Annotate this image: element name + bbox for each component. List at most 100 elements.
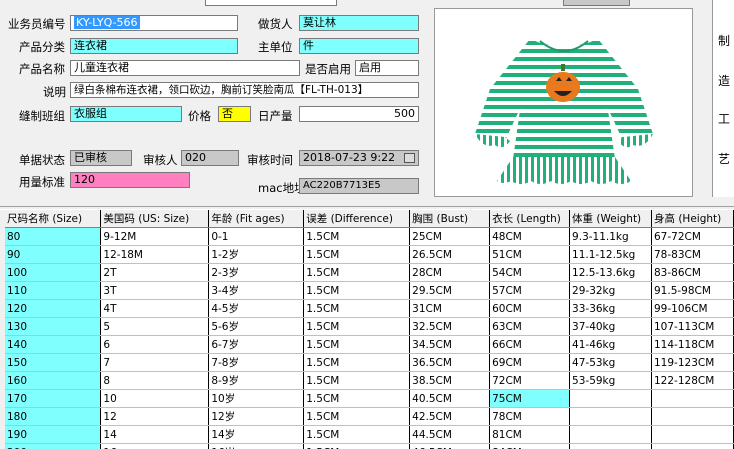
table-row[interactable]: 140 6 6-7岁 1.5CM 34.5CM 66CM 41-46kg 114-118CM bbox=[5, 335, 734, 354]
table-row[interactable]: 120 4T 4-5岁 1.5CM 31CM 60CM 33-36kg 99-106CM bbox=[5, 299, 734, 318]
mac-field[interactable]: AC220B7713E5 bbox=[299, 178, 419, 194]
table-cell[interactable]: 120 bbox=[5, 299, 102, 318]
table-cell[interactable]: 11.1-12.5kg bbox=[569, 245, 652, 264]
table-cell[interactable]: 63CM bbox=[489, 317, 571, 336]
table-cell[interactable]: 160 bbox=[5, 371, 102, 390]
manufacturing-process-tab[interactable]: 制 造 工 艺 bbox=[712, 0, 734, 197]
table-cell[interactable]: 14 bbox=[100, 425, 210, 444]
table-cell[interactable]: 84CM bbox=[489, 443, 571, 449]
table-cell[interactable]: 6 bbox=[100, 335, 210, 354]
table-cell[interactable] bbox=[569, 443, 652, 449]
table-cell[interactable]: 1-2岁 bbox=[208, 245, 305, 264]
table-cell[interactable]: 1.5CM bbox=[303, 389, 411, 408]
table-cell[interactable]: 12.5-13.6kg bbox=[569, 263, 652, 282]
table-cell[interactable]: 107-113CM bbox=[651, 317, 734, 336]
table-cell[interactable]: 3T bbox=[100, 281, 210, 300]
table-cell[interactable] bbox=[651, 389, 734, 408]
table-cell[interactable]: 51CM bbox=[489, 245, 571, 264]
table-cell[interactable]: 10 bbox=[100, 389, 210, 408]
table-cell[interactable]: 1.5CM bbox=[303, 407, 411, 426]
table-row[interactable]: 80 9-12M 0-1 1.5CM 25CM 48CM 9.3-11.1kg 67-72CM bbox=[5, 227, 734, 246]
table-cell[interactable]: 36.5CM bbox=[409, 353, 491, 372]
table-row[interactable]: 160 8 8-9岁 1.5CM 38.5CM 72CM 53-59kg 122-128CM bbox=[5, 371, 734, 390]
table-row[interactable]: 130 5 5-6岁 1.5CM 32.5CM 63CM 37-40kg 107-113CM bbox=[5, 317, 734, 336]
column-header[interactable]: 身高 (Height) bbox=[651, 210, 734, 228]
column-header[interactable]: 衣长 (Length) bbox=[489, 210, 571, 228]
column-header[interactable]: 胸围 (Bust) bbox=[409, 210, 491, 228]
table-cell[interactable]: 81CM bbox=[489, 425, 571, 444]
table-row[interactable]: 90 12-18M 1-2岁 1.5CM 26.5CM 51CM 11.1-12.5kg 78… bbox=[5, 245, 734, 264]
unit-field[interactable]: 件 bbox=[299, 38, 419, 54]
sewing-group-field[interactable]: 衣服组 bbox=[70, 106, 182, 122]
table-cell[interactable]: 72CM bbox=[489, 371, 571, 390]
table-cell[interactable]: 83-86CM bbox=[651, 263, 734, 282]
table-cell[interactable]: 67-72CM bbox=[651, 227, 734, 246]
column-header[interactable]: 尺码名称 (Size) bbox=[5, 210, 102, 228]
table-cell[interactable]: 28CM bbox=[409, 263, 491, 282]
table-cell[interactable]: 46.5CM bbox=[409, 443, 491, 449]
table-cell[interactable]: 66CM bbox=[489, 335, 571, 354]
table-cell[interactable]: 29.5CM bbox=[409, 281, 491, 300]
table-cell[interactable]: 47-53kg bbox=[569, 353, 652, 372]
table-cell[interactable]: 130 bbox=[5, 317, 102, 336]
table-row[interactable]: 170 10 10岁 1.5CM 40.5CM 75CM bbox=[5, 389, 734, 408]
table-cell[interactable]: 57CM bbox=[489, 281, 571, 300]
table-cell[interactable]: 7-8岁 bbox=[208, 353, 305, 372]
table-cell[interactable] bbox=[651, 425, 734, 444]
table-cell[interactable]: 1.5CM bbox=[303, 299, 411, 318]
table-cell[interactable]: 34.5CM bbox=[409, 335, 491, 354]
table-cell[interactable]: 91.5-98CM bbox=[651, 281, 734, 300]
category-field[interactable]: 连衣裙 bbox=[70, 38, 238, 54]
buyer-field[interactable]: 莫让林 bbox=[299, 15, 419, 31]
table-row[interactable]: 150 7 7-8岁 1.5CM 36.5CM 69CM 47-53kg 119-123CM bbox=[5, 353, 734, 372]
table-cell[interactable]: 180 bbox=[5, 407, 102, 426]
table-cell[interactable]: 69CM bbox=[489, 353, 571, 372]
table-row[interactable]: 110 3T 3-4岁 1.5CM 29.5CM 57CM 29-32kg 91.5-98CM bbox=[5, 281, 734, 300]
table-cell[interactable]: 7 bbox=[100, 353, 210, 372]
table-cell[interactable]: 10岁 bbox=[208, 389, 305, 408]
table-cell[interactable]: 6-7岁 bbox=[208, 335, 305, 354]
table-cell[interactable]: 170 bbox=[5, 389, 102, 408]
usage-field[interactable]: 120 bbox=[70, 172, 190, 188]
column-header[interactable]: 误差 (Difference) bbox=[303, 210, 411, 228]
daily-output-field[interactable]: 500 bbox=[299, 106, 419, 122]
table-cell[interactable]: 60CM bbox=[489, 299, 571, 318]
description-field[interactable]: 绿白条棉布连衣裙，领口砍边，胸前订笑脸南瓜【FL-TH-013】 bbox=[70, 82, 419, 98]
table-cell[interactable]: 119-123CM bbox=[651, 353, 734, 372]
table-row[interactable]: 180 12 12岁 1.5CM 42.5CM 78CM bbox=[5, 407, 734, 426]
table-cell[interactable]: 16岁 bbox=[208, 443, 305, 449]
doc-status-field[interactable]: 已审核 bbox=[70, 150, 132, 166]
table-cell[interactable] bbox=[569, 425, 652, 444]
enabled-field[interactable]: 启用 bbox=[355, 60, 419, 76]
table-cell[interactable]: 16 bbox=[100, 443, 210, 449]
table-cell[interactable] bbox=[651, 407, 734, 426]
calendar-icon[interactable] bbox=[404, 153, 415, 163]
column-header[interactable]: 年龄 (Fit ages) bbox=[208, 210, 305, 228]
table-cell[interactable]: 42.5CM bbox=[409, 407, 491, 426]
table-cell[interactable]: 41-46kg bbox=[569, 335, 652, 354]
table-cell[interactable]: 75CM bbox=[489, 389, 571, 408]
table-cell[interactable] bbox=[651, 443, 734, 449]
table-cell[interactable]: 9.3-11.1kg bbox=[569, 227, 652, 246]
table-cell[interactable]: 29-32kg bbox=[569, 281, 652, 300]
table-row[interactable]: 100 2T 2-3岁 1.5CM 28CM 54CM 12.5-13.6kg 83-86CM bbox=[5, 263, 734, 282]
table-row[interactable]: 2001616岁1.5CM46.5CM84CM bbox=[5, 443, 734, 449]
table-cell[interactable]: 2T bbox=[100, 263, 210, 282]
item-no-field[interactable]: KY-LYQ-566 bbox=[70, 15, 238, 31]
price-field[interactable]: 否 bbox=[218, 106, 251, 122]
table-cell[interactable]: 140 bbox=[5, 335, 102, 354]
table-cell[interactable]: 1.5CM bbox=[303, 443, 411, 449]
table-cell[interactable]: 9-12M bbox=[100, 227, 210, 246]
table-cell[interactable]: 4-5岁 bbox=[208, 299, 305, 318]
table-cell[interactable]: 53-59kg bbox=[569, 371, 652, 390]
table-cell[interactable]: 14岁 bbox=[208, 425, 305, 444]
table-cell[interactable]: 44.5CM bbox=[409, 425, 491, 444]
table-cell[interactable]: 114-118CM bbox=[651, 335, 734, 354]
table-cell[interactable]: 1.5CM bbox=[303, 353, 411, 372]
table-cell[interactable]: 80 bbox=[5, 227, 102, 246]
table-cell[interactable]: 110 bbox=[5, 281, 102, 300]
table-cell[interactable]: 32.5CM bbox=[409, 317, 491, 336]
table-cell[interactable]: 78-83CM bbox=[651, 245, 734, 264]
table-cell[interactable]: 37-40kg bbox=[569, 317, 652, 336]
product-name-field[interactable]: 儿童连衣裙 bbox=[70, 60, 300, 76]
